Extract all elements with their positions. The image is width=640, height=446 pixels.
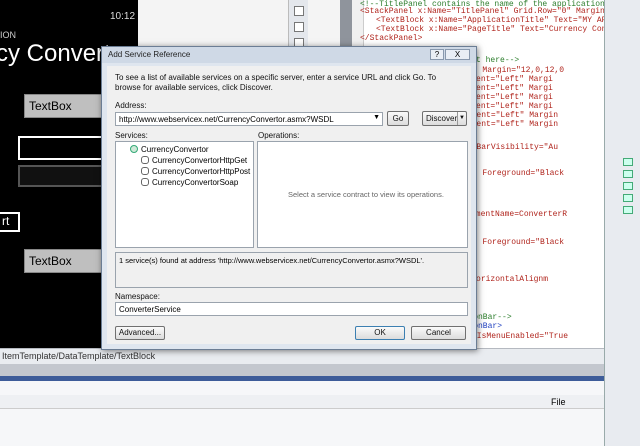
tool-icon[interactable] <box>293 6 304 16</box>
phone-textbox-1[interactable]: TextBox <box>24 94 104 118</box>
file-icon[interactable] <box>623 158 633 166</box>
namespace-label: Namespace: <box>115 292 160 301</box>
address-combobox[interactable]: http://www.webservicex.net/CurrencyConve… <box>115 112 383 126</box>
phone-page-title: cy Convert <box>0 40 111 67</box>
phone-textbox-2[interactable]: TextBox <box>24 249 104 273</box>
discover-label: Discover <box>426 114 458 123</box>
operations-label: Operations: <box>258 131 300 140</box>
breadcrumb-text[interactable]: ItemTemplate/DataTemplate/TextBlock <box>2 351 155 361</box>
operations-list[interactable]: Select a service contract to view its op… <box>257 141 468 248</box>
tool-icon[interactable] <box>293 22 304 32</box>
go-button[interactable]: Go <box>387 111 409 126</box>
tree-node-endpoint[interactable]: CurrencyConvertorHttpPost <box>141 167 250 176</box>
phone-time: 10:12 <box>110 11 136 22</box>
solution-explorer-strip <box>604 0 640 446</box>
services-label: Services: <box>115 131 148 140</box>
advanced-button[interactable]: Advanced... <box>115 326 165 340</box>
cancel-button[interactable]: Cancel <box>411 326 466 340</box>
file-icon[interactable] <box>623 170 633 178</box>
address-label: Address: <box>115 101 147 110</box>
file-icon[interactable] <box>623 182 633 190</box>
status-box: 1 service(s) found at address 'http://ww… <box>115 252 468 288</box>
endpoint-icon <box>141 156 149 164</box>
code-line[interactable]: <StackPanel x:Name="TitlePanel" Grid.Row… <box>360 7 604 16</box>
endpoint-icon <box>141 167 149 175</box>
tree-node-endpoint[interactable]: CurrencyConvertorHttpGet <box>141 156 247 165</box>
file-column-header[interactable]: File <box>551 397 566 407</box>
error-list-panel: File <box>0 381 604 446</box>
service-icon <box>130 145 138 153</box>
file-icon[interactable] <box>623 194 633 202</box>
address-value: http://www.webservicex.net/CurrencyConve… <box>119 115 334 124</box>
code-line[interactable]: <TextBlock x:Name="ApplicationTitle" Tex… <box>376 16 604 25</box>
services-tree[interactable]: CurrencyConvertor CurrencyConvertorHttpG… <box>115 141 254 248</box>
code-line[interactable]: <TextBlock x:Name="PageTitle" Text="Curr… <box>376 25 604 34</box>
dropdown-arrow-icon[interactable]: ▼ <box>373 114 380 121</box>
discover-button[interactable]: Discover ▼ <box>422 111 467 126</box>
status-text: 1 service(s) found at address 'http://ww… <box>119 256 425 265</box>
endpoint-icon <box>141 178 149 186</box>
error-list-header <box>0 395 604 409</box>
discover-dropdown-icon[interactable]: ▼ <box>457 112 466 125</box>
tree-node-service[interactable]: CurrencyConvertor <box>130 145 209 154</box>
tree-node-endpoint[interactable]: CurrencyConvertorSoap <box>141 178 238 187</box>
breadcrumb: ItemTemplate/DataTemplate/TextBlock <box>0 348 604 364</box>
file-icon[interactable] <box>623 206 633 214</box>
intro-text: To see a list of available services on a… <box>115 73 437 92</box>
help-button[interactable]: ? <box>430 49 444 60</box>
phone-app-title: ION <box>0 30 17 40</box>
add-service-reference-dialog: Add Service Reference ? X To see a list … <box>101 46 477 350</box>
operations-placeholder: Select a service contract to view its op… <box>288 190 444 199</box>
phone-convert-button[interactable]: rt <box>0 212 20 232</box>
namespace-input[interactable]: ConverterService <box>115 302 468 316</box>
dialog-title: Add Service Reference <box>102 47 476 63</box>
ok-button[interactable]: OK <box>355 326 405 340</box>
code-line[interactable]: </StackPanel> <box>360 34 422 43</box>
close-button[interactable]: X <box>445 49 470 60</box>
dialog-body: To see a list of available services on a… <box>107 66 471 344</box>
